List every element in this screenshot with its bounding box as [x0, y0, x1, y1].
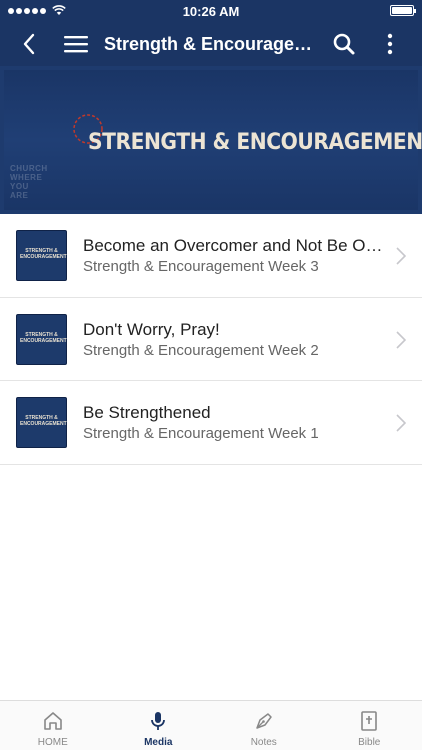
hamburger-menu-icon[interactable]: [62, 30, 90, 58]
more-options-icon[interactable]: [378, 30, 402, 58]
item-subtitle: Strength & Encouragement Week 2: [83, 341, 319, 359]
tab-bible[interactable]: Bible: [317, 701, 422, 750]
battery-icon: [390, 5, 416, 16]
banner-background: CHURCH WHERE YOU ARE STRENGTH & ENCOURAGEME…: [4, 70, 422, 210]
series-thumbnail: STRENGTH & ENCOURAGEMENT: [16, 397, 67, 448]
tab-label: HOME: [37, 737, 68, 748]
page-title: Strength & Encouragem...: [104, 34, 320, 54]
thumbnail-text: STRENGTH & ENCOURAGEMENT: [20, 248, 67, 260]
pen-icon: [256, 713, 272, 729]
item-subtitle: Strength & Encouragement Week 1: [83, 425, 319, 442]
navigation-bar: Strength & Encouragem...: [0, 22, 422, 66]
tab-label: Notes: [250, 737, 277, 748]
microphone-icon: [151, 712, 166, 730]
chevron-right-icon: [396, 414, 406, 432]
status-time: 10:26 AM: [182, 4, 240, 19]
series-thumbnail: STRENGTH & ENCOURAGEMENT: [16, 230, 67, 281]
tab-bar: HOME Media Notes Bible: [0, 700, 422, 750]
search-icon[interactable]: [330, 30, 358, 58]
list-item[interactable]: STRENGTH & ENCOURAGEMENT Don't Worry, Pr…: [0, 297, 422, 381]
series-banner: CHURCH WHERE YOU ARE STRENGTH & ENCOURAGEME…: [0, 66, 422, 214]
banner-title: STRENGTH & ENCOURAGEMENT: [88, 130, 422, 155]
thumbnail-text: STRENGTH & ENCOURAGEMENT: [20, 415, 67, 427]
item-title: Become an Overcomer and Not Be Ov...: [83, 236, 383, 255]
thumbnail-text: STRENGTH & ENCOURAGEMENT: [20, 331, 67, 344]
tab-label: Bible: [358, 737, 381, 748]
bible-icon: [361, 711, 378, 731]
list-item[interactable]: STRENGTH & ENCOURAGEMENT Become an Overc…: [0, 214, 422, 298]
tab-home[interactable]: HOME: [0, 701, 106, 750]
status-bar: 10:26 AM: [0, 0, 422, 22]
list-item[interactable]: STRENGTH & ENCOURAGEMENT Be Strengthened…: [0, 381, 422, 465]
home-icon: [43, 712, 62, 730]
tab-notes[interactable]: Notes: [211, 701, 317, 750]
chevron-right-icon: [396, 247, 406, 265]
series-thumbnail: STRENGTH & ENCOURAGEMENT: [16, 313, 67, 365]
media-list: STRENGTH & ENCOURAGEMENT Become an Overc…: [0, 214, 422, 465]
tab-media[interactable]: Media: [106, 701, 212, 750]
tab-label: Media: [144, 737, 173, 748]
banner-background-graphic: CHURCH WHERE YOU ARE: [10, 164, 48, 200]
chevron-right-icon: [396, 330, 406, 349]
item-subtitle: Strength & Encouragement Week 3: [83, 258, 319, 275]
item-title: Be Strengthened: [83, 403, 211, 422]
back-chevron-icon[interactable]: [16, 30, 44, 58]
item-title: Don't Worry, Pray!: [83, 319, 220, 339]
